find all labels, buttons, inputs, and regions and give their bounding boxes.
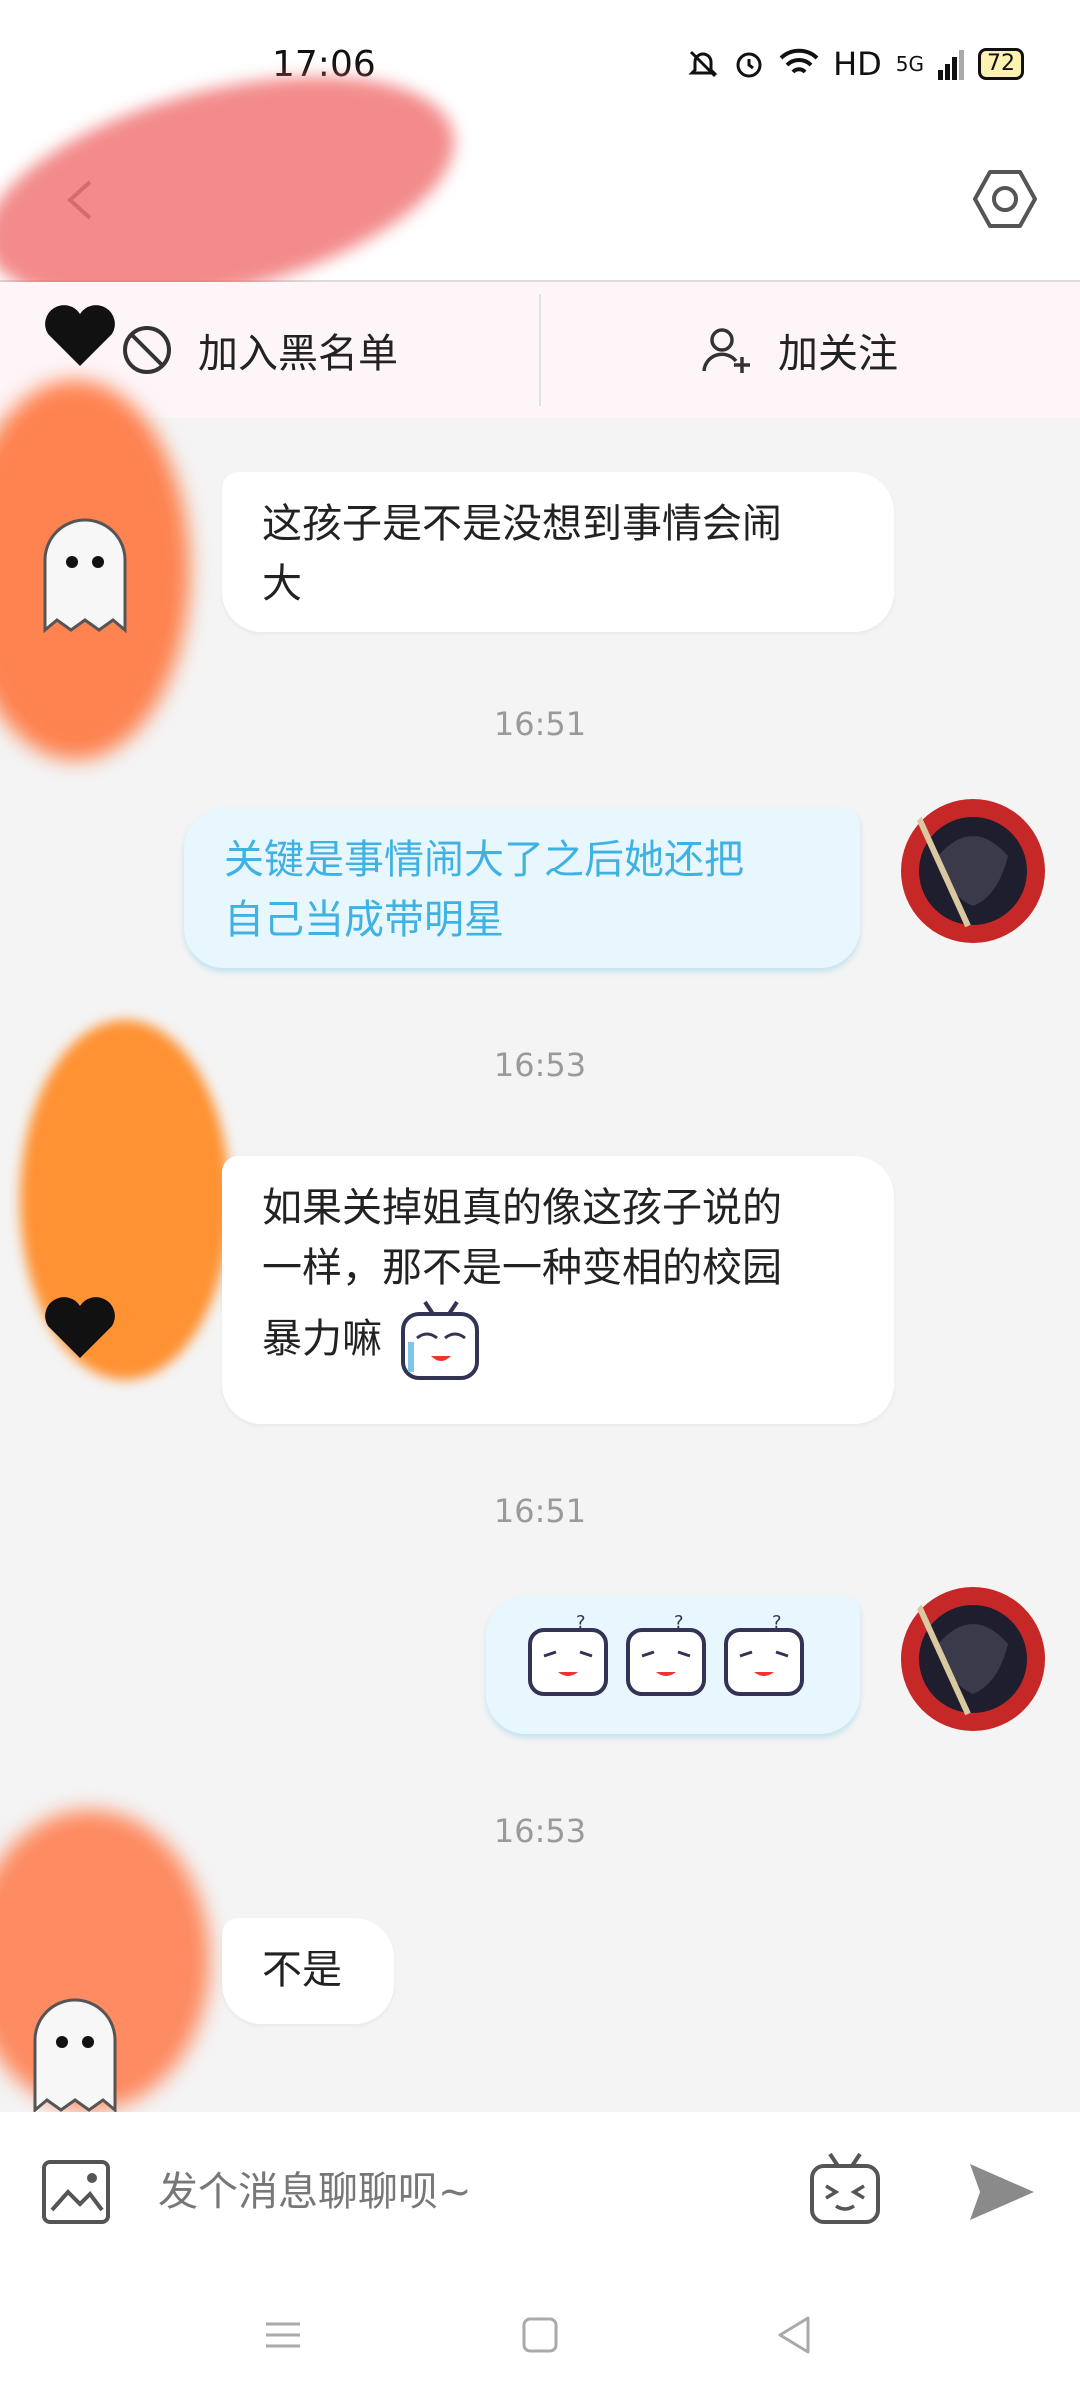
add-to-blacklist-button[interactable]: 加入黑名单 — [120, 282, 398, 418]
follow-label: 加关注 — [778, 331, 898, 377]
incoming-message-bubble: 不是 — [222, 1918, 394, 2024]
system-nav-bar — [0, 2270, 1080, 2400]
message-text: 如果关掉姐真的像这孩子说的 — [262, 1185, 782, 1231]
outgoing-message-bubble: 关键是事情闹大了之后她还把 自己当成带明星 — [184, 808, 860, 968]
menu-icon[interactable] — [258, 2310, 308, 2360]
incoming-message-bubble: 如果关掉姐真的像这孩子说的 一样，那不是一种变相的校园 暴力嘛 — [222, 1156, 894, 1424]
self-avatar[interactable] — [898, 796, 1048, 946]
message-text: 大 — [262, 561, 302, 607]
message-input[interactable] — [156, 2148, 780, 2236]
incoming-message-bubble: 这孩子是不是没想到事情会闹 大 — [222, 472, 894, 632]
heart-icon — [45, 305, 115, 366]
home-icon[interactable] — [515, 2310, 565, 2360]
wifi-icon — [779, 48, 819, 74]
network-label: HD — [833, 45, 882, 83]
signal-label: 5G — [895, 52, 924, 76]
add-user-icon — [702, 328, 750, 373]
three-confused-tv-emoji: ? ? ? — [526, 1610, 820, 1700]
message-text: 暴力嘛 — [262, 1316, 382, 1362]
blacklist-label: 加入黑名单 — [198, 331, 398, 377]
mute-bell-icon — [688, 50, 718, 78]
message-text: 关键是事情闹大了之后她还把 — [224, 837, 744, 883]
follow-button[interactable]: 加关注 — [700, 282, 898, 418]
chat-header — [0, 34, 1080, 346]
signal-icon — [938, 50, 964, 80]
confused-tv-emoji: ? — [724, 1612, 804, 1696]
message-timestamp: 16:51 — [493, 1492, 587, 1530]
message-timestamp: 16:51 — [493, 705, 587, 743]
message-input-bar — [0, 2112, 1080, 2270]
block-icon — [123, 326, 171, 374]
ghost-avatar — [43, 518, 127, 634]
crying-tv-emoji — [400, 1300, 479, 1380]
ghost-avatar — [33, 1998, 117, 2114]
self-avatar[interactable] — [898, 1584, 1048, 1734]
hexagon-settings-icon[interactable] — [970, 164, 1040, 234]
back-triangle-icon[interactable] — [770, 2310, 820, 2360]
action-divider — [539, 294, 541, 406]
message-text: 一样，那不是一种变相的校园 — [262, 1245, 782, 1291]
heart-icon — [45, 1297, 115, 1358]
message-text: 不是 — [262, 1947, 342, 1993]
status-icons: HD 5G 72 — [687, 44, 1024, 84]
alarm-icon — [736, 52, 762, 78]
message-text: 自己当成带明星 — [224, 897, 504, 943]
outgoing-emoji-bubble: ? ? ? — [486, 1596, 860, 1734]
action-bar: 加入黑名单 加关注 — [0, 282, 1080, 418]
image-picker-icon[interactable] — [40, 2156, 112, 2228]
message-text: 这孩子是不是没想到事情会闹 — [262, 501, 782, 547]
confused-tv-emoji: ? — [528, 1612, 608, 1696]
tv-emoji-picker-icon[interactable] — [806, 2150, 884, 2228]
send-icon[interactable] — [966, 2156, 1038, 2228]
battery-level: 72 — [978, 48, 1024, 80]
confused-tv-emoji: ? — [626, 1612, 706, 1696]
